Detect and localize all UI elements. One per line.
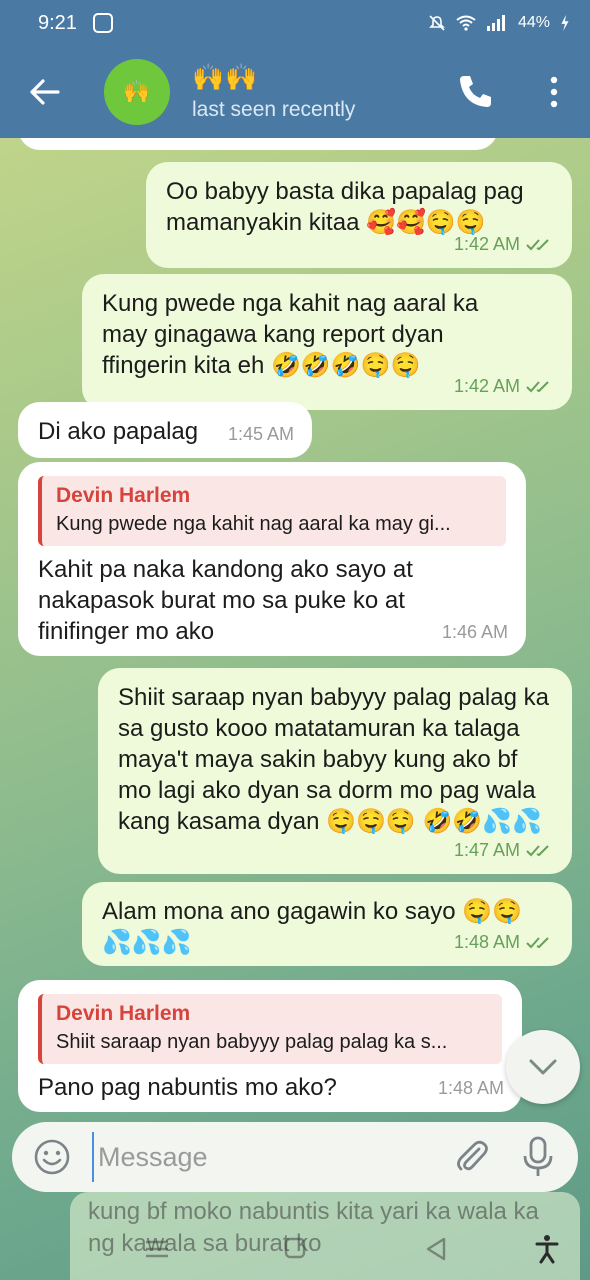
system-nav-bar (0, 1220, 590, 1280)
status-bar: 9:21 44% (0, 0, 590, 46)
app-notification-icon (92, 13, 113, 33)
message-input[interactable] (92, 1132, 422, 1182)
scroll-to-bottom-button[interactable] (506, 1030, 580, 1104)
message-text: Kahit pa naka kandong ako sayo at nakapa… (38, 556, 420, 645)
message-text: Shiit saraap nyan babyyy palag palag ka … (118, 684, 556, 835)
back-arrow-icon (30, 79, 60, 105)
reply-author: Devin Harlem (56, 484, 191, 507)
home-icon[interactable] (278, 1234, 312, 1264)
signal-icon (486, 15, 505, 31)
message-text: Kung pwede nga kahit nag aaral ka may gi… (102, 290, 485, 379)
accessibility-icon[interactable] (530, 1234, 564, 1264)
attach-icon[interactable] (452, 1137, 492, 1177)
chat-header: 🙌 🙌🙌 last seen recently (0, 46, 590, 138)
recent-apps-icon[interactable] (140, 1234, 174, 1264)
read-ticks-icon (526, 380, 549, 392)
message-bubble-outgoing[interactable]: Shiit saraap nyan babyyy palag palag ka … (98, 668, 572, 874)
message-time: 1:47 AM (453, 840, 520, 860)
more-options-icon[interactable] (544, 72, 564, 112)
message-meta: 1:42 AM (454, 371, 554, 402)
back-nav-icon[interactable] (420, 1234, 454, 1264)
reply-author: Devin Harlem (56, 1002, 191, 1025)
wifi-icon (456, 15, 476, 31)
message-time: 1:42 AM (453, 376, 520, 396)
reply-quote[interactable]: Devin Harlem Kung pwede nga kahit nag aa… (38, 476, 506, 546)
read-ticks-icon (526, 844, 549, 856)
reply-snippet: Shiit saraap nyan babyyy palag palag ka … (56, 1031, 448, 1053)
battery-charging-icon (561, 15, 569, 31)
chat-title: 🙌🙌 (192, 62, 259, 92)
message-time: 1:48 AM (437, 1078, 504, 1098)
message-bubble-incoming[interactable]: Devin Harlem Shiit saraap nyan babyyy pa… (18, 980, 522, 1112)
chat-title-block[interactable]: 🙌🙌 last seen recently (192, 62, 355, 122)
emoji-smile-icon (34, 1139, 70, 1175)
message-bubble-outgoing[interactable]: Oo babyy basta dika papalag pag mamanyak… (146, 162, 572, 268)
back-button[interactable] (0, 46, 90, 138)
message-meta: 1:45 AM (228, 419, 294, 450)
battery-percent: 44% (517, 14, 550, 31)
reply-snippet: Kung pwede nga kahit nag aaral ka may gi… (56, 513, 451, 535)
mute-icon (429, 15, 445, 31)
message-bubble-outgoing[interactable]: Kung pwede nga kahit nag aaral ka may gi… (82, 274, 572, 410)
message-meta: 1:46 AM (442, 617, 508, 648)
message-bubble-outgoing[interactable]: Alam mona ano gagawin ko sayo 🤤🤤 💦💦💦 1:4… (82, 882, 572, 966)
read-ticks-icon (526, 238, 549, 250)
avatar[interactable]: 🙌 (104, 59, 170, 125)
chevron-down-icon (529, 1059, 557, 1075)
avatar-glyph: 🙌 (123, 79, 151, 104)
message-meta: 1:48 AM (438, 1073, 504, 1104)
message-meta: 1:42 AM (454, 229, 554, 260)
message-meta: 1:48 AM (454, 927, 554, 958)
message-meta: 1:47 AM (454, 835, 554, 866)
message-bubble-partial (18, 138, 498, 150)
message-time: 1:48 AM (453, 932, 520, 952)
message-bubble-incoming[interactable]: Devin Harlem Kung pwede nga kahit nag aa… (18, 462, 526, 656)
read-ticks-icon (526, 936, 549, 948)
reply-quote[interactable]: Devin Harlem Shiit saraap nyan babyyy pa… (38, 994, 502, 1064)
status-time: 9:21 (38, 11, 77, 34)
message-time: 1:46 AM (441, 622, 508, 642)
phone-call-icon[interactable] (455, 72, 495, 112)
message-time: 1:42 AM (453, 234, 520, 254)
microphone-icon[interactable] (518, 1136, 558, 1178)
message-time: 1:45 AM (227, 424, 294, 444)
message-text: Pano pag nabuntis mo ako? (38, 1074, 337, 1101)
last-seen-status: last seen recently (192, 98, 356, 121)
emoji-button[interactable] (12, 1122, 92, 1192)
message-list[interactable]: Oo babyy basta dika papalag pag mamanyak… (0, 138, 590, 1123)
message-composer (12, 1122, 578, 1192)
message-bubble-incoming[interactable]: Di ako papalag 1:45 AM (18, 402, 312, 458)
